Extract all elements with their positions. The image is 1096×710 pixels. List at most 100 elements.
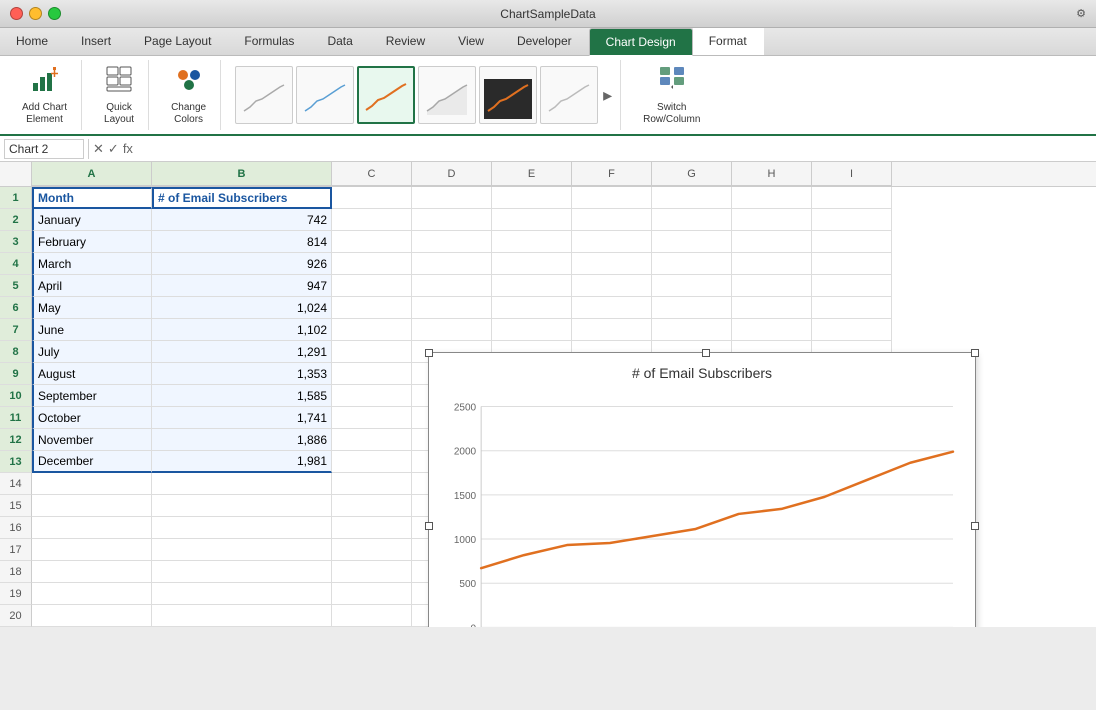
cell-3-E[interactable] xyxy=(492,231,572,253)
cell-9-B[interactable]: 1,353 xyxy=(152,363,332,385)
row-num-18[interactable]: 18 xyxy=(0,561,32,583)
cell-2-G[interactable] xyxy=(652,209,732,231)
cell-2-A[interactable]: January xyxy=(32,209,152,231)
cell-17-C[interactable] xyxy=(332,539,412,561)
cell-2-B[interactable]: 742 xyxy=(152,209,332,231)
cell-15-C[interactable] xyxy=(332,495,412,517)
cell-6-E[interactable] xyxy=(492,297,572,319)
cell-14-B[interactable] xyxy=(152,473,332,495)
cell-3-C[interactable] xyxy=(332,231,412,253)
row-num-3[interactable]: 3 xyxy=(0,231,32,253)
cell-3-H[interactable] xyxy=(732,231,812,253)
fx-icon[interactable]: fx xyxy=(123,141,133,156)
cell-2-F[interactable] xyxy=(572,209,652,231)
cell-20-C[interactable] xyxy=(332,605,412,627)
row-num-17[interactable]: 17 xyxy=(0,539,32,561)
cell-4-G[interactable] xyxy=(652,253,732,275)
row-num-8[interactable]: 8 xyxy=(0,341,32,363)
cell-17-A[interactable] xyxy=(32,539,152,561)
cell-12-C[interactable] xyxy=(332,429,412,451)
cell-3-D[interactable] xyxy=(412,231,492,253)
cell-4-C[interactable] xyxy=(332,253,412,275)
cell-7-E[interactable] xyxy=(492,319,572,341)
resize-e[interactable] xyxy=(971,522,979,530)
cell-3-G[interactable] xyxy=(652,231,732,253)
row-num-4[interactable]: 4 xyxy=(0,253,32,275)
cell-10-B[interactable]: 1,585 xyxy=(152,385,332,407)
cell-2-C[interactable] xyxy=(332,209,412,231)
change-colors-button[interactable]: ChangeColors xyxy=(165,61,212,130)
cell-1-H[interactable] xyxy=(732,187,812,209)
resize-n[interactable] xyxy=(702,349,710,357)
tab-developer[interactable]: Developer xyxy=(501,28,589,55)
cell-9-C[interactable] xyxy=(332,363,412,385)
col-header-D[interactable]: D xyxy=(412,162,492,186)
cell-1-G[interactable] xyxy=(652,187,732,209)
cell-7-H[interactable] xyxy=(732,319,812,341)
cell-5-A[interactable]: April xyxy=(32,275,152,297)
switch-row-col-button[interactable]: SwitchRow/Column xyxy=(637,61,706,130)
cell-3-B[interactable]: 814 xyxy=(152,231,332,253)
chart-style-3[interactable] xyxy=(357,66,415,124)
cancel-icon[interactable]: ✕ xyxy=(93,141,104,157)
cell-4-E[interactable] xyxy=(492,253,572,275)
col-header-H[interactable]: H xyxy=(732,162,812,186)
col-header-B[interactable]: B xyxy=(152,162,332,186)
cell-14-C[interactable] xyxy=(332,473,412,495)
chart-style-4[interactable] xyxy=(418,66,476,124)
cell-11-C[interactable] xyxy=(332,407,412,429)
cell-2-I[interactable] xyxy=(812,209,892,231)
row-num-14[interactable]: 14 xyxy=(0,473,32,495)
name-box[interactable] xyxy=(4,139,84,159)
cell-19-B[interactable] xyxy=(152,583,332,605)
cell-9-A[interactable]: August xyxy=(32,363,152,385)
cell-11-B[interactable]: 1,741 xyxy=(152,407,332,429)
cell-7-D[interactable] xyxy=(412,319,492,341)
cell-8-C[interactable] xyxy=(332,341,412,363)
chart-style-1[interactable] xyxy=(235,66,293,124)
cell-7-I[interactable] xyxy=(812,319,892,341)
cell-3-A[interactable]: February xyxy=(32,231,152,253)
cell-6-C[interactable] xyxy=(332,297,412,319)
cell-6-A[interactable]: May xyxy=(32,297,152,319)
col-header-C[interactable]: C xyxy=(332,162,412,186)
cell-6-G[interactable] xyxy=(652,297,732,319)
tab-review[interactable]: Review xyxy=(370,28,442,55)
cell-1-C[interactable] xyxy=(332,187,412,209)
tab-data[interactable]: Data xyxy=(311,28,369,55)
cell-6-D[interactable] xyxy=(412,297,492,319)
chart-styles-arrow[interactable]: ▸ xyxy=(601,85,614,106)
row-num-7[interactable]: 7 xyxy=(0,319,32,341)
row-num-20[interactable]: 20 xyxy=(0,605,32,627)
cell-3-F[interactable] xyxy=(572,231,652,253)
col-header-A[interactable]: A xyxy=(32,162,152,186)
cell-5-B[interactable]: 947 xyxy=(152,275,332,297)
row-num-10[interactable]: 10 xyxy=(0,385,32,407)
cell-7-B[interactable]: 1,102 xyxy=(152,319,332,341)
maximize-button[interactable] xyxy=(48,7,61,20)
cell-19-C[interactable] xyxy=(332,583,412,605)
row-num-15[interactable]: 15 xyxy=(0,495,32,517)
cell-5-G[interactable] xyxy=(652,275,732,297)
cell-6-F[interactable] xyxy=(572,297,652,319)
cell-1-A[interactable]: Month xyxy=(32,187,152,209)
cell-14-A[interactable] xyxy=(32,473,152,495)
cell-4-A[interactable]: March xyxy=(32,253,152,275)
cell-20-B[interactable] xyxy=(152,605,332,627)
row-num-6[interactable]: 6 xyxy=(0,297,32,319)
cell-8-A[interactable]: July xyxy=(32,341,152,363)
cell-17-B[interactable] xyxy=(152,539,332,561)
cell-13-A[interactable]: December xyxy=(32,451,152,473)
col-header-I[interactable]: I xyxy=(812,162,892,186)
formula-input[interactable] xyxy=(137,142,1092,156)
cell-1-F[interactable] xyxy=(572,187,652,209)
tab-formulas[interactable]: Formulas xyxy=(228,28,311,55)
cell-5-D[interactable] xyxy=(412,275,492,297)
cell-15-B[interactable] xyxy=(152,495,332,517)
cell-4-I[interactable] xyxy=(812,253,892,275)
cell-2-H[interactable] xyxy=(732,209,812,231)
cell-1-D[interactable] xyxy=(412,187,492,209)
minimize-button[interactable] xyxy=(29,7,42,20)
cell-13-B[interactable]: 1,981 xyxy=(152,451,332,473)
col-header-G[interactable]: G xyxy=(652,162,732,186)
